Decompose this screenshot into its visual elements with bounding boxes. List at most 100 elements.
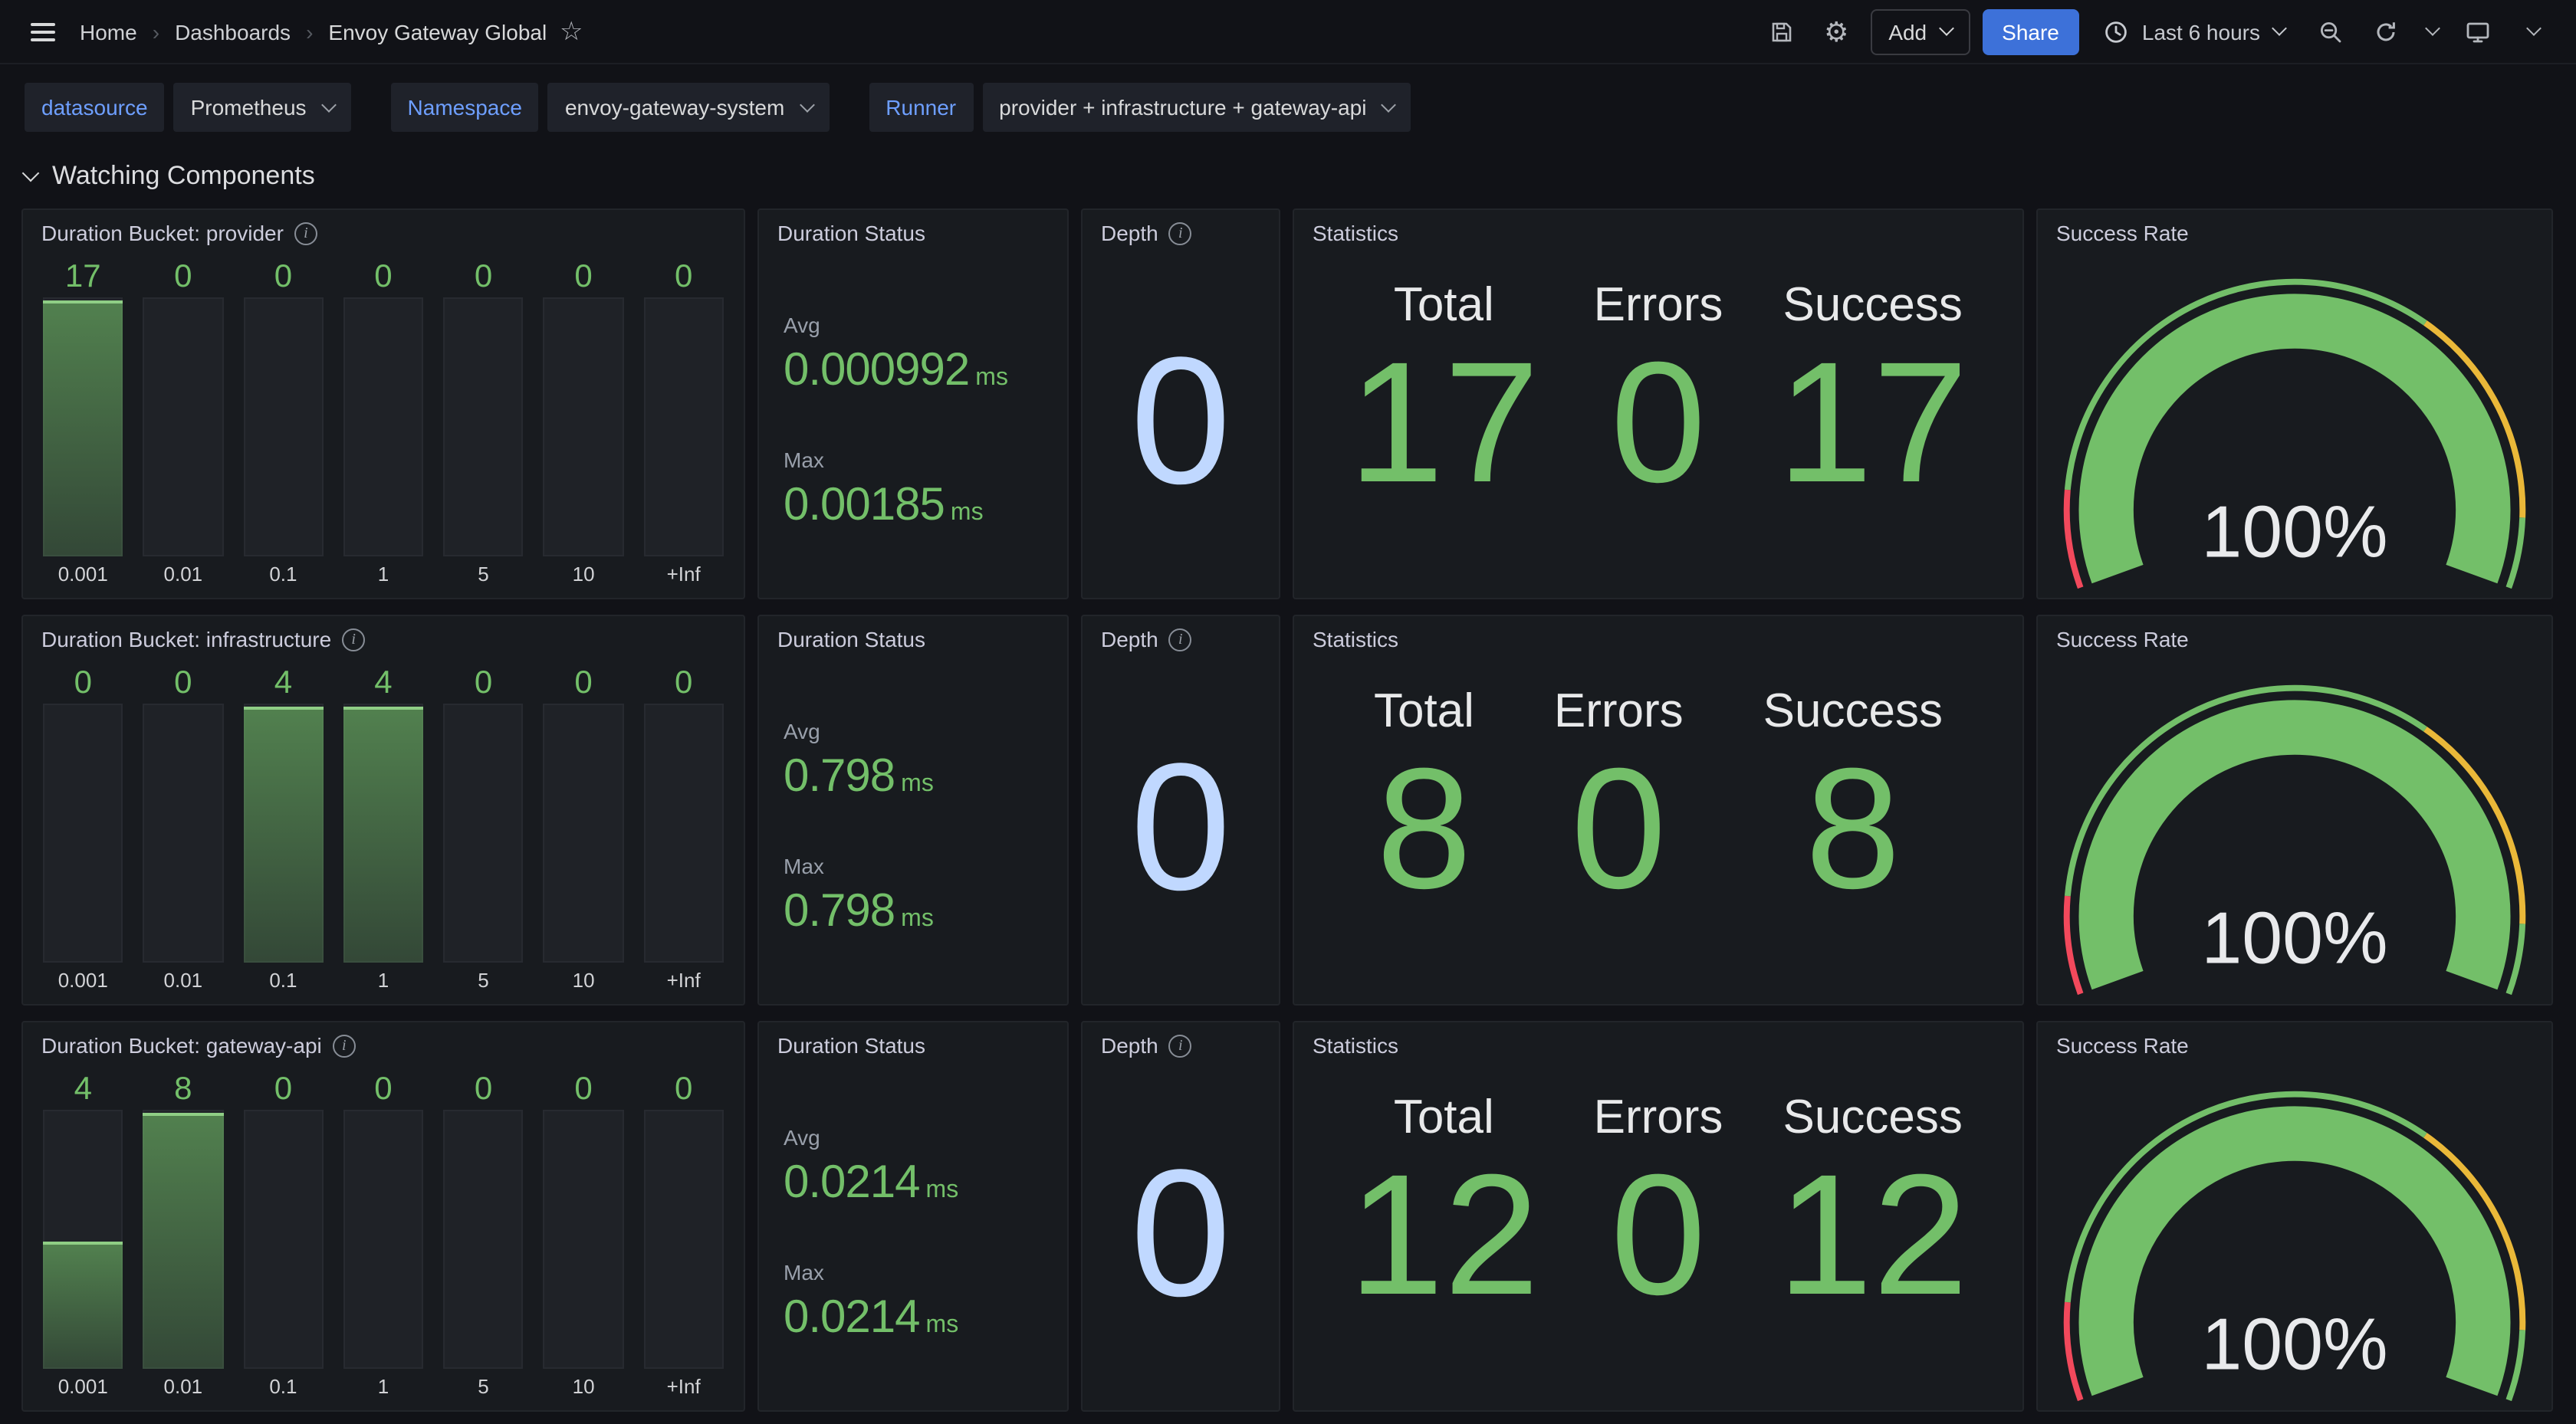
info-icon[interactable]: i xyxy=(294,221,317,244)
chevron-down-icon xyxy=(22,164,40,182)
panel-header[interactable]: Duration Bucket: gateway-api i xyxy=(23,1022,744,1068)
bar-x-label: 0.01 xyxy=(143,556,224,592)
breadcrumb-home[interactable]: Home xyxy=(80,19,137,44)
breadcrumb-dashboards[interactable]: Dashboards xyxy=(175,19,291,44)
variable-value-runner[interactable]: provider + infrastructure + gateway-api xyxy=(982,83,1411,132)
duration-status-body: Avg 0.0214ms Max 0.0214ms xyxy=(759,1068,1067,1410)
time-range-picker[interactable]: Last 6 hours xyxy=(2091,8,2297,54)
panel-header[interactable]: Success Rate xyxy=(2038,616,2551,662)
variable-value-text: envoy-gateway-system xyxy=(565,95,784,120)
zoom-out-icon xyxy=(2318,19,2343,44)
info-icon[interactable]: i xyxy=(333,1034,356,1057)
panel-header[interactable]: Statistics xyxy=(1294,1022,2022,1068)
stat-total-value: 12 xyxy=(1349,1145,1539,1325)
panel-header[interactable]: Duration Status xyxy=(759,1022,1067,1068)
panel-header[interactable]: Duration Status xyxy=(759,210,1067,256)
bar-value-label: 0 xyxy=(643,662,724,704)
gauge-threshold-red xyxy=(2067,1302,2081,1400)
info-icon[interactable]: i xyxy=(1169,628,1192,651)
bar-x-label: 0.1 xyxy=(243,556,324,592)
panel-header[interactable]: Duration Bucket: infrastructure i xyxy=(23,616,744,662)
stat-total-label: Total xyxy=(1394,277,1494,333)
panel-header[interactable]: Depth i xyxy=(1083,1022,1279,1068)
share-button[interactable]: Share xyxy=(1982,8,2079,54)
panel-header[interactable]: Success Rate xyxy=(2038,210,2551,256)
panel-header[interactable]: Statistics xyxy=(1294,616,2022,662)
bar-column: 0 0.01 xyxy=(143,256,224,592)
info-icon[interactable]: i xyxy=(1169,1034,1192,1057)
gauge-body: 100% xyxy=(2038,662,2551,1004)
favorite-star-button[interactable]: ☆ xyxy=(550,10,593,53)
bar-column: 17 0.001 xyxy=(43,256,123,592)
chevron-down-icon xyxy=(2272,21,2287,36)
variable-label-datasource[interactable]: datasource xyxy=(25,83,165,132)
bar-x-label: 5 xyxy=(443,1369,524,1404)
bar-track xyxy=(143,704,224,963)
bar-track xyxy=(643,704,724,963)
panel-header[interactable]: Duration Bucket: provider i xyxy=(23,210,744,256)
gear-icon: ⚙ xyxy=(1824,18,1848,45)
gauge-body: 100% xyxy=(2038,256,2551,598)
bar-track xyxy=(643,1110,724,1369)
stat-errors-value: 0 xyxy=(1611,1145,1707,1325)
collapse-navbar-button[interactable] xyxy=(2512,10,2555,53)
avg-label: Avg xyxy=(784,719,1043,743)
menu-toggle-button[interactable] xyxy=(21,10,64,53)
panel-header[interactable]: Depth i xyxy=(1083,210,1279,256)
bar-value-label: 0 xyxy=(443,256,524,297)
avg-stat: Avg 0.000992ms xyxy=(784,313,1043,397)
max-label: Max xyxy=(784,854,1043,878)
bar-value-label: 0 xyxy=(443,1068,524,1110)
info-icon[interactable]: i xyxy=(1169,221,1192,244)
panel-success-rate-gateway-api: Success Rate 100% xyxy=(2036,1021,2553,1412)
bar-x-label: 1 xyxy=(343,556,424,592)
panel-header[interactable]: Depth i xyxy=(1083,616,1279,662)
panel-title: Duration Bucket: infrastructure xyxy=(41,627,331,651)
variable-label-runner[interactable]: Runner xyxy=(869,83,973,132)
bar-column: 0 +Inf xyxy=(643,256,724,592)
grafana-dashboard: Home › Dashboards › Envoy Gateway Global… xyxy=(0,0,2576,1424)
add-button-label: Add xyxy=(1888,19,1927,44)
star-icon: ☆ xyxy=(560,16,583,47)
panel-header[interactable]: Statistics xyxy=(1294,210,2022,256)
info-icon[interactable]: i xyxy=(342,628,365,651)
depth-value: 0 xyxy=(1130,1143,1230,1324)
panel-header[interactable]: Success Rate xyxy=(2038,1022,2551,1068)
depth-body: 0 xyxy=(1083,1068,1279,1410)
refresh-interval-dropdown[interactable] xyxy=(2420,10,2444,53)
time-range-label: Last 6 hours xyxy=(2142,19,2260,44)
hamburger-icon xyxy=(31,22,55,41)
bar-chart: 4 0.001 8 0.01 0 0.1 0 1 xyxy=(23,1068,744,1410)
refresh-button[interactable] xyxy=(2364,10,2407,53)
panel-header[interactable]: Duration Status xyxy=(759,616,1067,662)
duration-status-body: Avg 0.798 ms Max 0.798ms xyxy=(759,662,1067,1004)
zoom-out-button[interactable] xyxy=(2309,10,2352,53)
row-watching-components[interactable]: Watching Components xyxy=(0,147,2576,205)
bar-track xyxy=(343,297,424,556)
max-unit: ms xyxy=(901,906,934,932)
top-navigation: Home › Dashboards › Envoy Gateway Global… xyxy=(0,0,2576,64)
bar-x-label: 10 xyxy=(544,556,624,592)
panel-duration-bucket-infrastructure: Duration Bucket: infrastructure i 0 0.00… xyxy=(21,615,745,1006)
variable-value-datasource[interactable]: Prometheus xyxy=(174,83,351,132)
max-stat: Max 0.798ms xyxy=(784,854,1043,938)
bar-column: 0 5 xyxy=(443,662,524,998)
variable-value-namespace[interactable]: envoy-gateway-system xyxy=(548,83,829,132)
bar-value-label: 0 xyxy=(343,256,424,297)
dashboard-settings-button[interactable]: ⚙ xyxy=(1815,10,1858,53)
panel-title: Duration Status xyxy=(777,221,925,245)
cycle-view-mode-button[interactable] xyxy=(2456,10,2499,53)
bar-x-label: 10 xyxy=(544,963,624,998)
avg-value: 0.798 xyxy=(784,751,895,802)
save-dashboard-button[interactable] xyxy=(1760,10,1802,53)
bar-x-label: 0.01 xyxy=(143,1369,224,1404)
variable-label-namespace[interactable]: Namespace xyxy=(391,83,539,132)
add-button[interactable]: Add xyxy=(1870,8,1970,54)
gauge-value: 100% xyxy=(2201,1304,2387,1385)
panel-title: Depth xyxy=(1101,221,1158,245)
stat-errors-label: Errors xyxy=(1554,684,1684,739)
chevron-down-icon xyxy=(1382,97,1397,112)
bar-column: 4 0.1 xyxy=(243,662,324,998)
bar-column: 0 10 xyxy=(544,662,624,998)
panel-title: Depth xyxy=(1101,1033,1158,1058)
